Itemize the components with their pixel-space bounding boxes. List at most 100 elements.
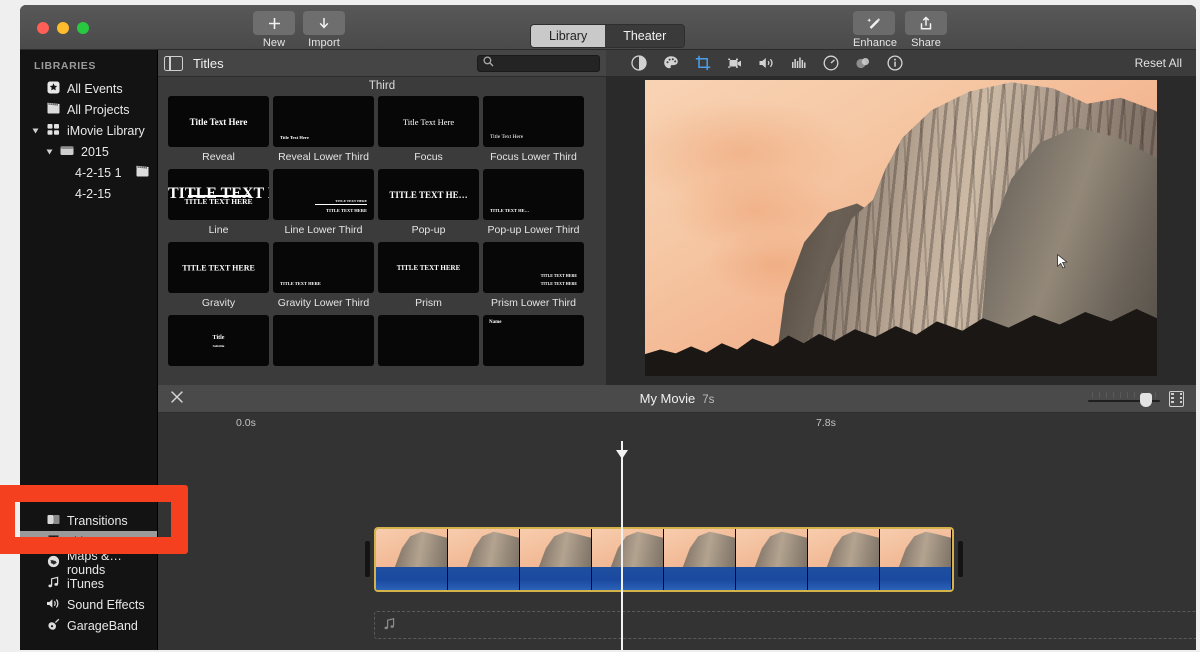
folder-icon bbox=[60, 145, 74, 159]
title-thumbnail-preview: Title Text Here bbox=[168, 96, 269, 147]
globe-icon bbox=[46, 555, 60, 571]
share-icon bbox=[905, 11, 947, 35]
title-thumbnail-item[interactable]: TITLE TEXT HE…Pop-up Lower Third bbox=[481, 169, 586, 242]
close-window-button[interactable] bbox=[37, 22, 49, 34]
timeline-body[interactable]: 0.0s 7.8s bbox=[158, 413, 1196, 650]
color-correction-palette-icon[interactable] bbox=[662, 55, 679, 72]
title-thumbnail-preview bbox=[273, 315, 374, 366]
title-thumbnail-item[interactable] bbox=[376, 315, 481, 376]
browser-toolbar: Titles bbox=[158, 50, 606, 77]
title-thumbnail-preview: TITLE TEXT HERETITLE TEXT HERE bbox=[168, 169, 269, 220]
title-thumbnail-item[interactable]: TITLE TEXT HEREGravity bbox=[166, 242, 271, 315]
search-input[interactable] bbox=[494, 57, 599, 69]
download-arrow-icon bbox=[303, 11, 345, 35]
sidebar-item-transitions[interactable]: Transitions bbox=[20, 510, 157, 531]
library-theater-segmented-control[interactable]: Library Theater bbox=[530, 24, 685, 48]
enhance-button[interactable]: Enhance bbox=[853, 11, 895, 49]
sidebar-item-label: 4-2-15 1 bbox=[75, 166, 122, 180]
preview-image bbox=[645, 80, 1157, 376]
speaker-icon bbox=[46, 597, 60, 613]
filmstrip-icon[interactable] bbox=[1169, 391, 1184, 407]
project-title: My Movie bbox=[640, 391, 696, 406]
filmstrip-frame bbox=[808, 529, 880, 590]
title-thumbnail-item[interactable]: Title Text Here Focus Lower Third bbox=[481, 96, 586, 169]
grid-squares-icon bbox=[46, 123, 60, 139]
import-button[interactable]: Import bbox=[303, 11, 345, 49]
search-field[interactable] bbox=[477, 55, 600, 72]
timeline-ruler: 0.0s 7.8s bbox=[158, 413, 1196, 435]
title-thumbnail-item[interactable] bbox=[271, 315, 376, 376]
crop-icon[interactable] bbox=[694, 55, 711, 72]
title-thumbnail-item[interactable]: Title Text HereReveal bbox=[166, 96, 271, 169]
title-thumbnail-item[interactable]: Name bbox=[481, 315, 586, 376]
reset-all-button[interactable]: Reset All bbox=[1135, 56, 1182, 70]
sidebar-item-maps-and-backgrounds[interactable]: Maps &…rounds bbox=[20, 552, 157, 573]
filmstrip-frame bbox=[448, 529, 520, 590]
title-preview-text: Title Text Here bbox=[490, 134, 523, 140]
tab-theater[interactable]: Theater bbox=[605, 25, 684, 47]
title-thumbnail-preview: TITLE TEXT HE… bbox=[378, 169, 479, 220]
tab-library[interactable]: Library bbox=[531, 25, 605, 47]
title-thumbnail-item[interactable]: TITLE TEXT HERETITLE TEXT HERELine Lower… bbox=[271, 169, 376, 242]
stabilization-camera-icon[interactable] bbox=[726, 55, 743, 72]
minimize-window-button[interactable] bbox=[57, 22, 69, 34]
sidebar-item-label: iMovie Library bbox=[67, 124, 145, 138]
title-thumbnail-label: Focus Lower Third bbox=[483, 151, 584, 163]
clip-edge-left[interactable] bbox=[365, 541, 370, 577]
new-button[interactable]: New bbox=[253, 11, 295, 49]
disclosure-triangle-icon[interactable] bbox=[33, 128, 39, 133]
share-button[interactable]: Share bbox=[905, 11, 947, 49]
color-balance-icon[interactable] bbox=[630, 55, 647, 72]
title-thumbnail-item[interactable]: TITLE TEXT HERETITLE TEXT HEREPrism Lowe… bbox=[481, 242, 586, 315]
title-preview-text: TITLE TEXT HERE bbox=[335, 199, 367, 203]
clip-edge-right[interactable] bbox=[958, 541, 963, 577]
sidebar-item-2015[interactable]: 2015 bbox=[20, 141, 157, 162]
star-badge-icon bbox=[46, 81, 60, 97]
audio-drop-zone[interactable] bbox=[374, 611, 1196, 639]
sidebar: LIBRARIES All Events All Projects iMovie… bbox=[20, 50, 158, 650]
titles-grid: Title Text HereRevealTitle Text HereReve… bbox=[158, 96, 606, 376]
sidebar-item-all-projects[interactable]: All Projects bbox=[20, 99, 157, 120]
title-thumbnail-item[interactable]: Title Text HereFocus bbox=[376, 96, 481, 169]
playhead[interactable] bbox=[621, 441, 623, 650]
transitions-icon bbox=[46, 514, 60, 528]
title-thumbnail-item[interactable]: TITLE TEXT HERETITLE TEXT HERELine bbox=[166, 169, 271, 242]
magic-wand-icon bbox=[853, 11, 895, 35]
sidebar-toggle-icon[interactable] bbox=[164, 56, 183, 71]
audio-equalizer-icon[interactable] bbox=[790, 55, 807, 72]
project-duration: 7s bbox=[702, 394, 714, 406]
title-preview-text: Subtitle bbox=[168, 344, 269, 348]
disclosure-triangle-icon[interactable] bbox=[47, 149, 53, 154]
speed-gauge-icon[interactable] bbox=[822, 55, 839, 72]
title-thumbnail-preview: TITLE TEXT HERETITLE TEXT HERE bbox=[483, 242, 584, 293]
sidebar-item-label: All Events bbox=[67, 82, 123, 96]
sidebar-item-4-2-15-1[interactable]: 4-2-15 1 bbox=[20, 162, 157, 183]
maximize-window-button[interactable] bbox=[77, 22, 89, 34]
video-clip[interactable] bbox=[374, 527, 954, 592]
ruler-mark: 7.8s bbox=[816, 417, 836, 429]
title-thumbnail-item[interactable]: TITLE TEXT HEREGravity Lower Third bbox=[271, 242, 376, 315]
timeline-zoom-slider[interactable] bbox=[1088, 392, 1160, 406]
zoom-slider-knob[interactable] bbox=[1140, 393, 1152, 407]
title-thumbnail-preview: TITLE TEXT HE… bbox=[483, 169, 584, 220]
volume-speaker-icon[interactable] bbox=[758, 55, 775, 72]
sidebar-item-all-events[interactable]: All Events bbox=[20, 78, 157, 99]
title-thumbnail-item[interactable]: TitleSubtitle bbox=[166, 315, 271, 376]
filmstrip-frame bbox=[520, 529, 592, 590]
sidebar-item-4-2-15[interactable]: 4-2-15 bbox=[20, 183, 157, 204]
title-thumbnail-item[interactable]: TITLE TEXT HEREPrism bbox=[376, 242, 481, 315]
sidebar-item-itunes[interactable]: iTunes bbox=[20, 573, 157, 594]
sidebar-item-imovie-library[interactable]: iMovie Library bbox=[20, 120, 157, 141]
sidebar-item-sound-effects[interactable]: Sound Effects bbox=[20, 594, 157, 615]
title-thumbnail-preview: Title Text Here bbox=[483, 96, 584, 147]
noise-reduction-icon[interactable] bbox=[854, 55, 871, 72]
title-thumbnail-item[interactable]: TITLE TEXT HE…Pop-up bbox=[376, 169, 481, 242]
sidebar-item-garageband[interactable]: GarageBand bbox=[20, 615, 157, 636]
timeline-title-group: My Movie 7s bbox=[158, 391, 1196, 406]
plus-icon bbox=[253, 11, 295, 35]
title-thumbnail-item[interactable]: Title Text HereReveal Lower Third bbox=[271, 96, 376, 169]
video-preview[interactable] bbox=[645, 80, 1157, 376]
info-icon[interactable] bbox=[886, 55, 903, 72]
title-preview-text: Title Text Here bbox=[378, 117, 479, 127]
sidebar-item-label: 4-2-15 bbox=[75, 187, 111, 201]
